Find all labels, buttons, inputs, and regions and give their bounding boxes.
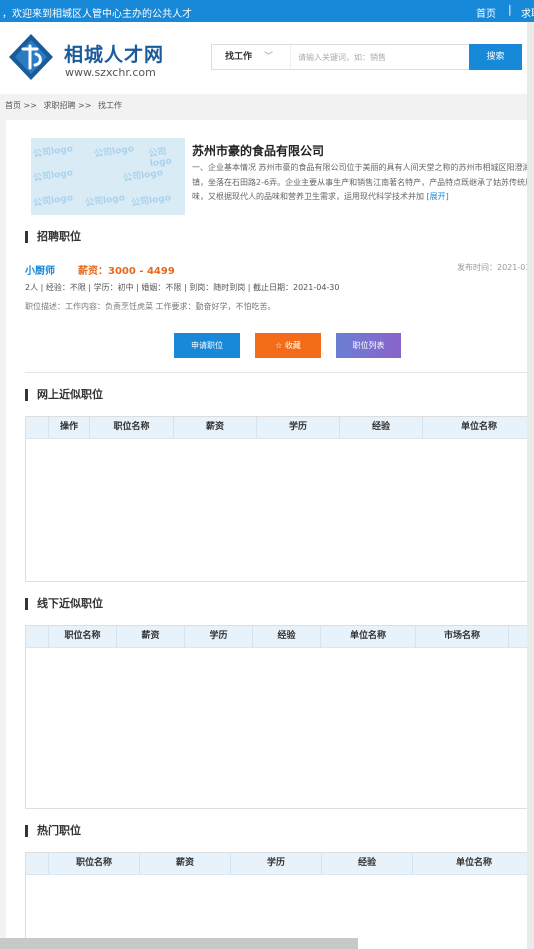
welcome-text: ，欢迎来到相城区人管中心主办的公共人才 — [2, 9, 192, 20]
table-header-cell: 市场名称 — [416, 626, 509, 647]
table-header-cell: 职位名称 — [49, 853, 140, 874]
logo-watermark: 公司logo — [122, 168, 164, 184]
table-header: 操作 职位名称 薪资 学历 经验 单位名称 — [26, 417, 534, 439]
table-header-cell: 单位名称 — [321, 626, 416, 647]
table-header-cell — [26, 853, 49, 874]
apply-job-button[interactable]: 申请职位 — [174, 333, 240, 358]
logo-watermark: 公司logo — [32, 144, 74, 160]
home-link[interactable]: 首页 — [476, 5, 496, 20]
table-header-cell: 经验 — [322, 853, 413, 874]
breadcrumb-recruit[interactable]: 求职招聘 >> — [44, 101, 92, 110]
logo-watermark: 公司logo — [84, 193, 126, 209]
table-header: 职位名称 薪资 学历 经验 单位名称 — [26, 853, 534, 875]
offline-jobs-table: 职位名称 薪资 学历 经验 单位名称 市场名称 — [25, 625, 534, 809]
search-category-label: 找工作 — [225, 52, 253, 62]
table-header-cell: 薪资 — [174, 417, 257, 438]
table-header-cell: 薪资 — [140, 853, 231, 874]
vertical-scrollbar[interactable] — [527, 22, 534, 949]
breadcrumb-home[interactable]: 首页 >> — [5, 101, 37, 110]
job-seek-link[interactable]: 求职 — [521, 5, 534, 20]
job-list-button[interactable]: 职位列表 — [336, 333, 401, 358]
publish-time: 发布时间：2021-03 — [457, 263, 531, 272]
divider — [25, 372, 534, 373]
table-header-cell: 学历 — [231, 853, 322, 874]
table-header: 职位名称 薪资 学历 经验 单位名称 市场名称 — [26, 626, 534, 648]
logo-watermark: 公司logo — [147, 147, 173, 170]
site-header: 相城人才网 www.szxchr.com 找工作 ﹀ 搜索 — [0, 22, 534, 94]
job-meta: 2人 | 经验：不限 | 学历：初中 | 婚姻：不限 | 到岗：随时到岗 | 截… — [25, 283, 340, 292]
table-header-cell: 学历 — [257, 417, 340, 438]
breadcrumb: 首页 >> 求职招聘 >> 找工作 — [5, 100, 126, 111]
company-description: 一、企业基本情况 苏州市豪的食品有限公司位于美丽的具有人间天堂之称的苏州市相城区… — [192, 161, 534, 205]
table-header-cell: 薪资 — [117, 626, 185, 647]
horizontal-scrollbar[interactable] — [0, 938, 358, 949]
section-title-online: 网上近似职位 — [25, 389, 103, 401]
favorite-label: 收藏 — [284, 341, 301, 350]
star-icon: ☆ — [275, 341, 283, 350]
search-button[interactable]: 搜索 — [469, 44, 522, 70]
company-logo: 公司logo 公司logo 公司logo 公司logo 公司logo 公司log… — [31, 138, 185, 215]
chevron-down-icon: ﹀ — [264, 52, 274, 62]
job-title[interactable]: 小厨师 — [25, 262, 55, 277]
table-header-cell: 单位名称 — [455, 858, 492, 868]
table-header-cell: 经验 — [253, 626, 321, 647]
site-name: 相城人才网 — [64, 44, 165, 66]
favorite-button[interactable]: ☆ 收藏 — [255, 333, 321, 358]
table-header-cell: 经验 — [340, 417, 423, 438]
section-title-hot: 热门职位 — [25, 825, 81, 837]
table-header-cell: 职位名称 — [90, 417, 174, 438]
topbar-separator: | — [508, 3, 512, 16]
job-salary: 薪资：3000 - 4499 — [78, 266, 175, 277]
search-box: 找工作 ﹀ — [211, 44, 474, 70]
online-jobs-table: 操作 职位名称 薪资 学历 经验 单位名称 — [25, 416, 534, 582]
logo-watermark: 公司logo — [32, 193, 74, 209]
main-content: 公司logo 公司logo 公司logo 公司logo 公司logo 公司log… — [6, 120, 534, 949]
table-header-cell: 职位名称 — [49, 626, 117, 647]
job-description: 职位描述：工作内容：负责烹饪虎菜 工作要求：勤奋好学，不怕吃苦。 — [25, 302, 276, 311]
expand-description-link[interactable]: [展开] — [427, 192, 449, 201]
search-input[interactable] — [292, 47, 474, 67]
logo-watermark: 公司logo — [32, 168, 74, 184]
site-logo-icon[interactable] — [6, 32, 56, 82]
top-bar: ，欢迎来到相城区人管中心主办的公共人才 首页 | 求职 — [0, 0, 534, 22]
logo-watermark: 公司logo — [93, 144, 135, 160]
hot-jobs-table: 职位名称 薪资 学历 经验 单位名称 — [25, 852, 534, 949]
table-header-cell: 单位名称 — [460, 422, 497, 432]
section-title-offline: 线下近似职位 — [25, 598, 103, 610]
search-category-select[interactable]: 找工作 ﹀ — [212, 45, 291, 69]
company-description-text: 一、企业基本情况 苏州市豪的食品有限公司位于美丽的具有人间天堂之称的苏州市相城区… — [192, 163, 534, 201]
site-url: www.szxchr.com — [65, 66, 156, 79]
table-header-cell: 操作 — [49, 417, 90, 438]
logo-watermark: 公司logo — [130, 193, 172, 209]
section-title-recruit: 招聘职位 — [25, 231, 81, 243]
table-header-cell — [26, 417, 49, 438]
breadcrumb-find-job[interactable]: 找工作 — [98, 101, 122, 110]
company-name[interactable]: 苏州市豪的食品有限公司 — [192, 142, 324, 159]
table-header-cell — [26, 626, 49, 647]
table-header-cell: 学历 — [185, 626, 253, 647]
